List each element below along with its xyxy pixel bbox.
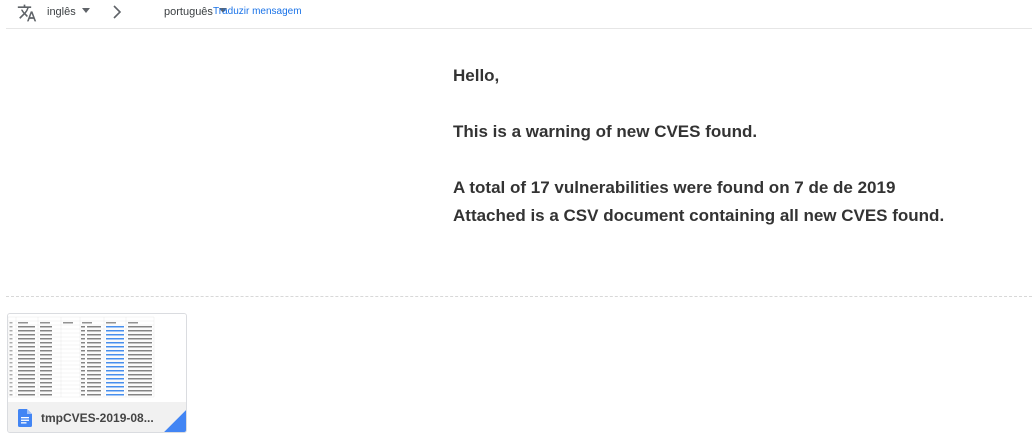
translate-icon xyxy=(17,4,37,22)
message-body: Hello, This is a warning of new CVES fou… xyxy=(453,62,1013,230)
header-divider xyxy=(6,28,1032,29)
attachment-filename: tmpCVES-2019-08... xyxy=(41,411,154,425)
translate-message-link[interactable]: Traduzir mensagem xyxy=(213,6,302,17)
attachment-card[interactable]: tmpCVES-2019-08... xyxy=(7,313,187,433)
chevron-right-icon xyxy=(113,5,122,19)
page-fold-icon xyxy=(164,410,186,432)
total-text: A total of 17 vulnerabilities were found… xyxy=(453,178,896,197)
attachment-preview xyxy=(8,314,186,404)
attached-text: Attached is a CSV document containing al… xyxy=(453,206,945,225)
greeting-text: Hello, xyxy=(453,66,500,85)
google-docs-icon xyxy=(18,409,32,427)
warning-text: This is a warning of new CVES found. xyxy=(453,122,758,141)
target-language-label: português xyxy=(164,6,213,18)
caret-down-icon xyxy=(81,8,90,13)
attachment-footer: tmpCVES-2019-08... xyxy=(8,402,186,432)
attachments-divider xyxy=(6,296,1032,297)
source-language-label: inglês xyxy=(47,6,76,18)
source-language-select[interactable]: inglês xyxy=(47,6,90,18)
translate-bar: inglês português Traduzir mensagem xyxy=(0,0,1032,29)
